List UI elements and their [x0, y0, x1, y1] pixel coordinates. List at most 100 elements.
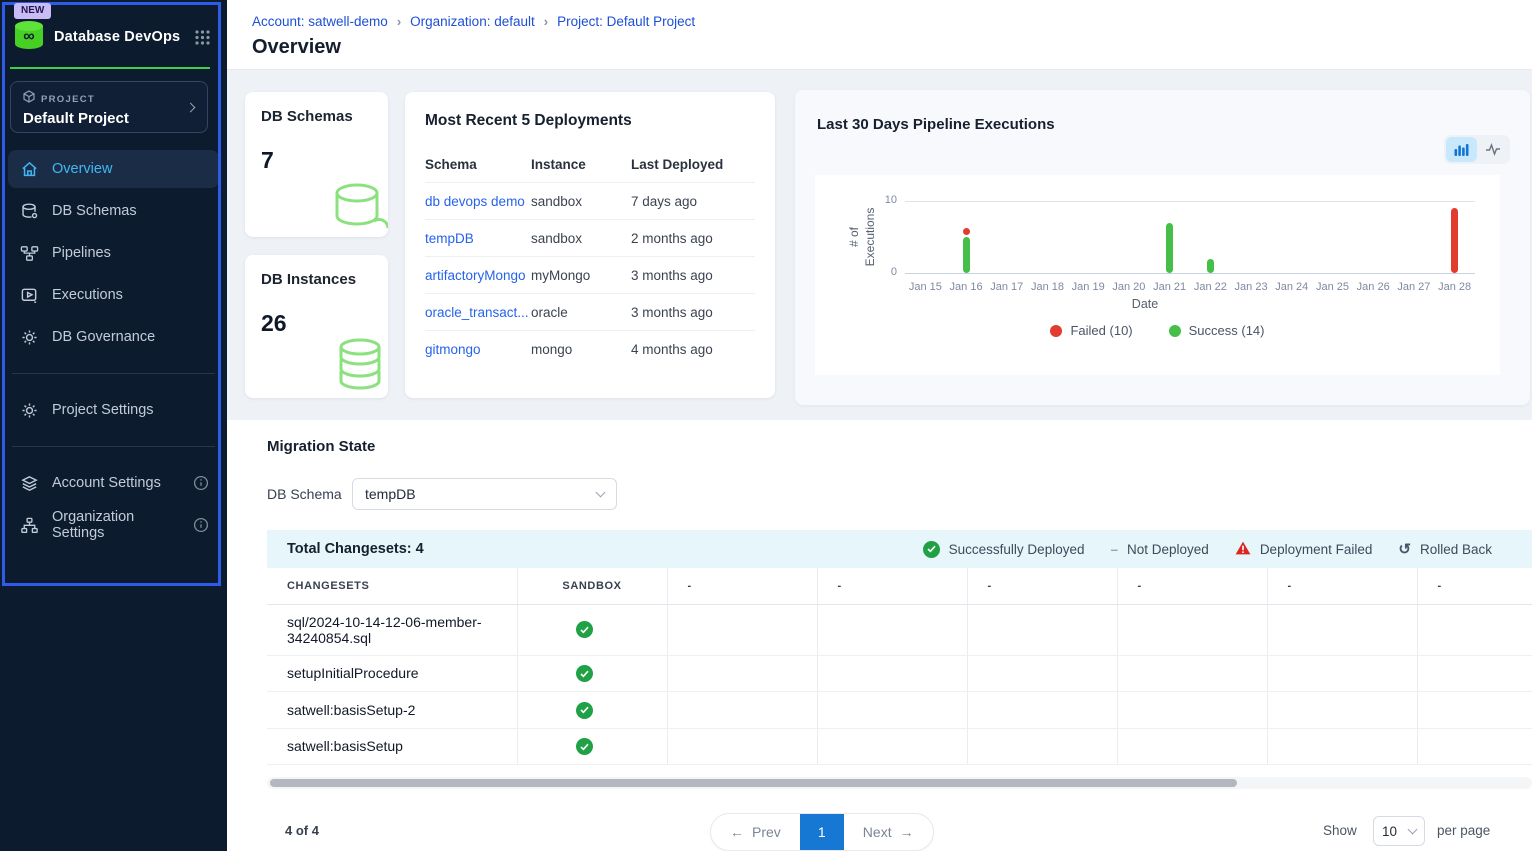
warning-triangle-icon — [1235, 541, 1251, 558]
app-title: Database DevOps — [54, 29, 180, 45]
x-tick-label: Jan 20 — [1109, 281, 1150, 293]
db-instances-stat-card[interactable]: DB Instances 26 — [245, 255, 388, 398]
per-page-select[interactable]: 10 — [1373, 816, 1425, 846]
legend-successfully-deployed: Successfully Deployed — [923, 541, 1085, 558]
sidebar-item-project-settings[interactable]: Project Settings — [8, 391, 219, 429]
breadcrumb-project-link[interactable]: Project: Default Project — [557, 14, 695, 29]
column-header: Schema — [425, 157, 531, 172]
legend-label: Deployment Failed — [1260, 542, 1373, 557]
status-legend: Successfully Deployed – Not Deployed Dep… — [923, 540, 1492, 558]
breadcrumb-organization-link[interactable]: Organization: default — [410, 14, 535, 29]
deployments-header-row: Schema Instance Last Deployed — [425, 146, 755, 183]
org-chart-icon — [20, 516, 39, 535]
check-circle-icon[interactable] — [576, 665, 593, 682]
schema-link[interactable]: artifactoryMongo — [425, 268, 531, 283]
bar-chart-toggle-icon[interactable] — [1446, 137, 1477, 162]
chart-type-toggle — [1444, 135, 1510, 164]
sidebar-item-label: Overview — [52, 161, 112, 177]
schema-link[interactable]: db devops demo — [425, 194, 531, 209]
last-deployed-cell: 7 days ago — [631, 194, 755, 209]
sidebar: NEW ∞ Database DevOps — [0, 0, 227, 851]
total-changesets-label: Total Changesets: 4 — [287, 541, 424, 557]
schema-link[interactable]: oracle_transact... — [425, 305, 531, 320]
app-grid-icon[interactable] — [194, 29, 211, 46]
chart-bar-failed — [963, 228, 970, 235]
legend-label: Success (14) — [1189, 323, 1265, 338]
changesets-header-row: CHANGESETS SANDBOX - - - - - - — [267, 568, 1532, 604]
schema-link[interactable]: gitmongo — [425, 342, 531, 357]
line-chart-toggle-icon[interactable] — [1477, 137, 1508, 162]
legend-label: Failed (10) — [1070, 323, 1132, 338]
per-page-label: per page — [1437, 823, 1490, 838]
check-circle-icon[interactable] — [576, 702, 593, 719]
db-schemas-stat-card[interactable]: DB Schemas 7 — [245, 92, 388, 237]
home-icon — [20, 160, 39, 179]
deployment-row: tempDB sandbox 2 months ago — [425, 220, 755, 257]
x-axis-title: Date — [815, 297, 1385, 311]
legend-label: Successfully Deployed — [949, 542, 1085, 557]
info-icon[interactable] — [193, 517, 209, 533]
deployment-row: db devops demo sandbox 7 days ago — [425, 183, 755, 220]
instance-cell: sandbox — [531, 194, 631, 209]
db-schema-selected-value: tempDB — [365, 486, 416, 502]
column-header-empty: - — [817, 568, 967, 604]
show-label: Show — [1323, 823, 1357, 838]
check-circle-icon[interactable] — [576, 738, 593, 755]
chart-bar-success — [963, 237, 970, 273]
chevron-down-icon — [1408, 825, 1418, 835]
changesets-table: CHANGESETS SANDBOX - - - - - - sql/2024-… — [267, 568, 1532, 765]
y-axis-title: # ofExecutions — [846, 177, 880, 297]
brand-underline — [10, 67, 210, 69]
sidebar-item-overview[interactable]: Overview — [8, 150, 219, 188]
instance-cell: sandbox — [531, 231, 631, 246]
column-header-changesets: CHANGESETS — [267, 568, 517, 604]
dash-icon: – — [1110, 542, 1118, 557]
sidebar-item-label: Account Settings — [52, 475, 161, 491]
x-tick-label: Jan 27 — [1394, 281, 1435, 293]
legend-dot-icon — [1169, 325, 1181, 337]
sidebar-item-pipelines[interactable]: Pipelines — [8, 234, 219, 272]
row-count-label: 4 of 4 — [285, 823, 319, 838]
next-label: Next — [863, 824, 892, 840]
sidebar-item-organization-settings[interactable]: Organization Settings — [8, 506, 219, 544]
check-circle-icon[interactable] — [576, 621, 593, 638]
changeset-name: satwell:basisSetup-2 — [287, 702, 415, 718]
column-header-empty: - — [667, 568, 817, 604]
changeset-row: satwell:basisSetup-2 — [267, 692, 1532, 729]
next-page-button[interactable]: Next → — [844, 814, 933, 850]
horizontal-scrollbar[interactable] — [267, 777, 1532, 789]
legend-not-deployed: – Not Deployed — [1110, 542, 1208, 557]
x-tick-label: Jan 18 — [1027, 281, 1068, 293]
sidebar-item-db-schemas[interactable]: DB Schemas — [8, 192, 219, 230]
prev-page-button[interactable]: ← Prev — [711, 814, 800, 850]
project-selector[interactable]: PROJECT Default Project — [10, 81, 208, 133]
deployment-row: artifactoryMongo myMongo 3 months ago — [425, 257, 755, 294]
scrollbar-thumb[interactable] — [270, 779, 1237, 787]
x-tick-label: Jan 16 — [946, 281, 987, 293]
chevron-down-icon — [596, 488, 606, 498]
db-schema-select[interactable]: tempDB — [352, 478, 617, 510]
info-icon[interactable] — [193, 475, 209, 491]
changesets-table-viewport: CHANGESETS SANDBOX - - - - - - sql/2024-… — [267, 568, 1532, 765]
sidebar-nav: Overview DB Schemas Pipelines — [8, 150, 219, 548]
legend-item[interactable]: Success (14) — [1169, 323, 1265, 338]
schema-link[interactable]: tempDB — [425, 231, 531, 246]
sidebar-item-account-settings[interactable]: Account Settings — [8, 464, 219, 502]
legend-deployment-failed: Deployment Failed — [1235, 541, 1373, 558]
changeset-name: satwell:basisSetup — [287, 738, 403, 754]
instance-cell: myMongo — [531, 268, 631, 283]
column-header-empty: - — [1267, 568, 1417, 604]
y-gridline — [905, 201, 1475, 202]
chart-bar-success — [1166, 223, 1173, 273]
sidebar-item-db-governance[interactable]: DB Governance — [8, 318, 219, 356]
svg-text:∞: ∞ — [23, 28, 34, 45]
legend-label: Not Deployed — [1127, 542, 1209, 557]
breadcrumb-account-link[interactable]: Account: satwell-demo — [252, 14, 388, 29]
x-tick-label: Jan 28 — [1434, 281, 1475, 293]
page-1-button[interactable]: 1 — [800, 814, 844, 850]
sidebar-item-executions[interactable]: Executions — [8, 276, 219, 314]
db-schema-label: DB Schema — [267, 486, 342, 502]
x-tick-label: Jan 15 — [905, 281, 946, 293]
legend-item[interactable]: Failed (10) — [1050, 323, 1132, 338]
stat-title: DB Schemas — [261, 108, 372, 125]
